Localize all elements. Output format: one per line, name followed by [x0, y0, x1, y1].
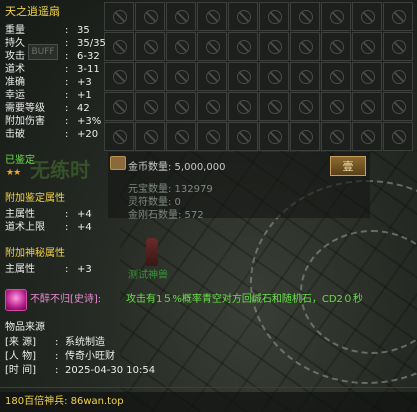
skill-gem-icon	[5, 289, 27, 311]
footer-divider	[0, 387, 417, 388]
faded-overlay-text: 无练时	[30, 158, 90, 182]
item-tooltip: 天之逍遥扇 BUFF 重量:35 持久:35/35 攻击:6-32 道术:3-1…	[0, 0, 417, 412]
skill-description: 攻击有1５%概率青空对方回城石和随机石，CD2０秒	[126, 294, 363, 305]
identified-label: 已鉴定	[5, 155, 35, 166]
footer-text: 180百倍神兵: 86wan.top	[5, 396, 124, 407]
source-title: 物品来源	[5, 322, 45, 333]
identified-stars: ★★	[6, 168, 21, 178]
identify-attr-title: 附加鉴定属性	[5, 193, 65, 204]
skill-name: 不醉不归[史诗]:	[30, 294, 102, 305]
mystic-attr-title: 附加神秘属性	[5, 248, 65, 259]
item-name: 天之逍遥扇	[5, 5, 60, 18]
buff-tag: BUFF	[28, 44, 58, 60]
